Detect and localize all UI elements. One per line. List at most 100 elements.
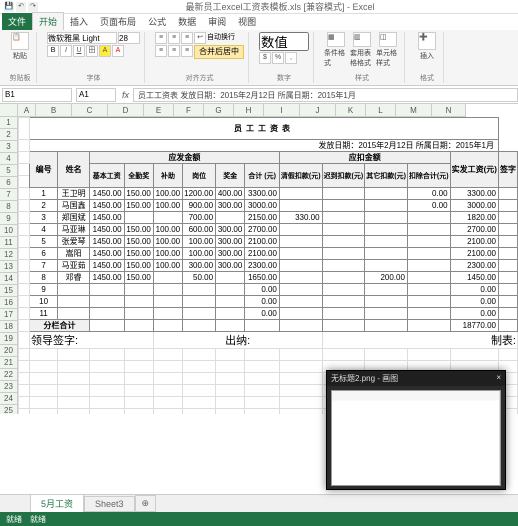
cell[interactable]: 3300.00 bbox=[245, 188, 280, 200]
cell[interactable] bbox=[216, 409, 245, 415]
cell[interactable] bbox=[279, 349, 322, 361]
cell[interactable]: 应发金额 bbox=[90, 152, 280, 164]
cell[interactable] bbox=[58, 308, 90, 320]
cell[interactable] bbox=[499, 248, 518, 260]
cell[interactable] bbox=[499, 272, 518, 284]
cell[interactable]: 2100.00 bbox=[245, 236, 280, 248]
cell[interactable] bbox=[216, 373, 245, 385]
cell[interactable] bbox=[279, 200, 322, 212]
cell[interactable]: 奖金 bbox=[216, 164, 245, 188]
cell[interactable]: 1450.00 bbox=[450, 272, 498, 284]
cell[interactable] bbox=[245, 397, 280, 409]
italic-button[interactable]: I bbox=[60, 45, 72, 57]
col-header[interactable]: H bbox=[234, 104, 264, 117]
cell[interactable]: 5 bbox=[30, 236, 58, 248]
cell[interactable]: 2300.00 bbox=[450, 260, 498, 272]
cell[interactable] bbox=[365, 320, 408, 332]
cell[interactable] bbox=[58, 296, 90, 308]
cell[interactable] bbox=[365, 236, 408, 248]
row-header[interactable]: 22 bbox=[0, 369, 18, 381]
cell[interactable] bbox=[499, 224, 518, 236]
cell[interactable] bbox=[183, 409, 216, 415]
cell[interactable] bbox=[19, 284, 30, 296]
cell[interactable] bbox=[183, 397, 216, 409]
cell[interactable]: 300.00 bbox=[216, 248, 245, 260]
cell[interactable] bbox=[322, 248, 365, 260]
cell[interactable]: 9 bbox=[30, 284, 58, 296]
cell[interactable] bbox=[499, 200, 518, 212]
cell[interactable]: 100.00 bbox=[153, 260, 182, 272]
cell[interactable] bbox=[153, 397, 182, 409]
cell[interactable] bbox=[245, 320, 280, 332]
row-header[interactable]: 16 bbox=[0, 297, 18, 309]
cell[interactable] bbox=[365, 224, 408, 236]
align-right[interactable]: ≡ bbox=[181, 45, 193, 57]
cell[interactable] bbox=[153, 296, 182, 308]
cell[interactable] bbox=[365, 308, 408, 320]
cell[interactable] bbox=[216, 397, 245, 409]
cell[interactable] bbox=[124, 212, 153, 224]
cell[interactable]: 3300.00 bbox=[450, 188, 498, 200]
cell[interactable] bbox=[365, 188, 408, 200]
cell[interactable] bbox=[19, 320, 30, 332]
cell[interactable]: 300.00 bbox=[216, 260, 245, 272]
row-header[interactable]: 21 bbox=[0, 357, 18, 369]
row-header[interactable]: 7 bbox=[0, 189, 18, 201]
cell[interactable]: 清假扣款(元) bbox=[279, 164, 322, 188]
cell[interactable] bbox=[407, 236, 450, 248]
col-header[interactable]: F bbox=[174, 104, 204, 117]
cell[interactable]: 1450.00 bbox=[90, 188, 125, 200]
row-header[interactable]: 1 bbox=[0, 117, 18, 129]
cell[interactable]: 0.00 bbox=[450, 296, 498, 308]
cell[interactable] bbox=[407, 320, 450, 332]
row-header[interactable]: 23 bbox=[0, 381, 18, 393]
cell[interactable] bbox=[124, 320, 153, 332]
font-size[interactable] bbox=[118, 32, 140, 44]
cell[interactable] bbox=[19, 152, 30, 164]
qa-redo-icon[interactable]: ↷ bbox=[28, 2, 38, 12]
cell[interactable]: 2100.00 bbox=[450, 236, 498, 248]
tab-file[interactable]: 文件 bbox=[2, 13, 32, 30]
row-header[interactable]: 5 bbox=[0, 165, 18, 177]
cell[interactable] bbox=[19, 248, 30, 260]
formula-bar[interactable]: 员工工资表 发放日期：2015年2月12日 所属日期：2015年1月 bbox=[133, 88, 518, 102]
cell[interactable]: 姓名 bbox=[58, 152, 90, 188]
cell[interactable]: 马国鑫 bbox=[58, 200, 90, 212]
cell[interactable] bbox=[322, 260, 365, 272]
cell[interactable] bbox=[407, 212, 450, 224]
cell[interactable] bbox=[19, 164, 30, 176]
row-header[interactable]: 18 bbox=[0, 321, 18, 333]
cell[interactable] bbox=[407, 248, 450, 260]
cell[interactable] bbox=[499, 308, 518, 320]
cell[interactable]: 200.00 bbox=[365, 272, 408, 284]
cell[interactable] bbox=[19, 349, 30, 361]
row-header[interactable]: 3 bbox=[0, 141, 18, 153]
cell[interactable] bbox=[124, 373, 153, 385]
cell[interactable]: 0.00 bbox=[407, 188, 450, 200]
cell[interactable] bbox=[19, 272, 30, 284]
cell[interactable] bbox=[279, 248, 322, 260]
cell[interactable]: 4 bbox=[30, 224, 58, 236]
cell[interactable]: 1450.00 bbox=[90, 248, 125, 260]
cell[interactable] bbox=[322, 296, 365, 308]
cell[interactable] bbox=[499, 188, 518, 200]
cell[interactable] bbox=[19, 332, 30, 349]
cell[interactable] bbox=[365, 260, 408, 272]
cell[interactable] bbox=[365, 296, 408, 308]
cell[interactable] bbox=[183, 284, 216, 296]
row-header[interactable]: 12 bbox=[0, 249, 18, 261]
cell[interactable]: 0.00 bbox=[245, 308, 280, 320]
cell[interactable] bbox=[19, 236, 30, 248]
cell[interactable]: 马亚琳 bbox=[58, 224, 90, 236]
cell[interactable]: 18770.00 bbox=[450, 320, 498, 332]
cell[interactable]: 0.00 bbox=[407, 200, 450, 212]
cond-format[interactable]: ▦条件格式 bbox=[324, 32, 348, 68]
cell[interactable] bbox=[365, 284, 408, 296]
cell[interactable]: 100.00 bbox=[183, 236, 216, 248]
cell[interactable] bbox=[407, 224, 450, 236]
align-mid[interactable]: ≡ bbox=[168, 32, 180, 44]
cell[interactable] bbox=[90, 284, 125, 296]
cell[interactable] bbox=[322, 188, 365, 200]
row-header[interactable]: 10 bbox=[0, 225, 18, 237]
cell[interactable] bbox=[153, 284, 182, 296]
